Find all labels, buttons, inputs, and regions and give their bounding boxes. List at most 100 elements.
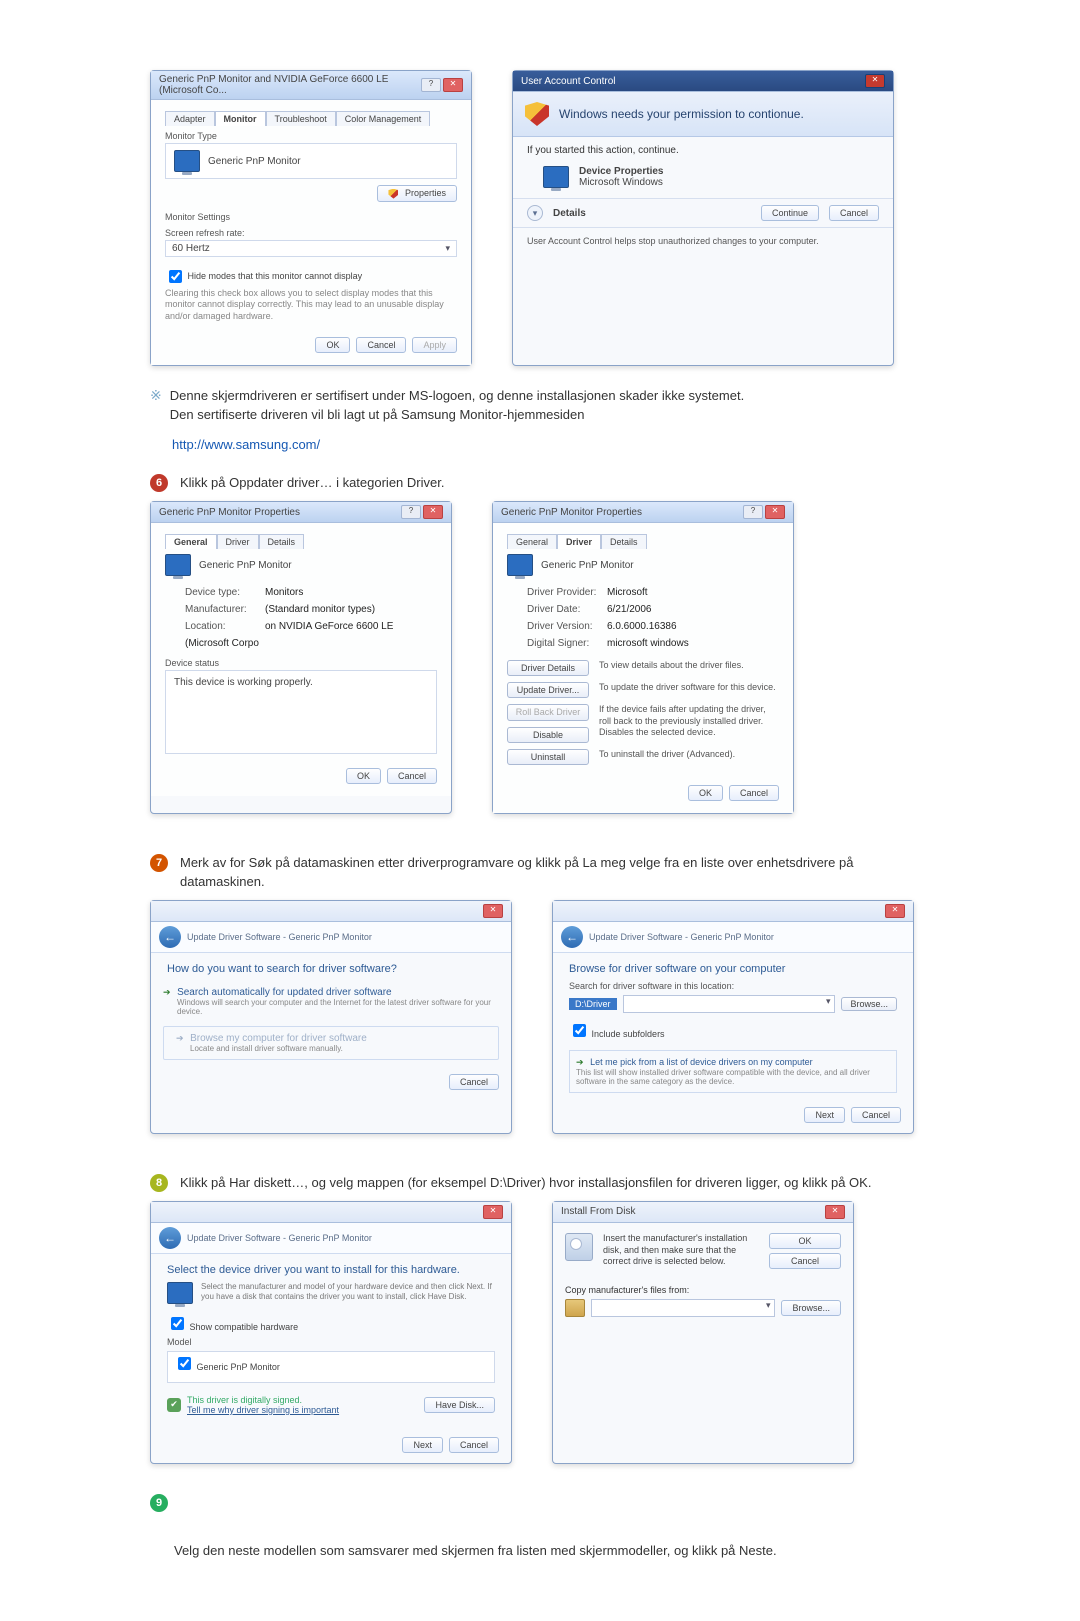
monitor-type-label: Monitor Type	[165, 131, 457, 141]
tab-color-management[interactable]: Color Management	[336, 111, 431, 126]
cancel-button[interactable]: Cancel	[356, 337, 406, 353]
help-icon[interactable]: ?	[743, 505, 763, 519]
device-name: Generic PnP Monitor	[199, 560, 292, 571]
close-icon[interactable]: ✕	[443, 78, 463, 92]
rollback-driver-button[interactable]: Roll Back Driver	[507, 704, 589, 721]
disable-button[interactable]: Disable	[507, 727, 589, 743]
continue-button[interactable]: Continue	[761, 205, 819, 221]
uninstall-button[interactable]: Uninstall	[507, 749, 589, 765]
monitor-icon	[174, 150, 200, 172]
uac-ms-windows: Microsoft Windows	[579, 177, 664, 188]
next-button[interactable]: Next	[402, 1437, 443, 1453]
hide-modes-checkbox[interactable]: Hide modes that this monitor cannot disp…	[165, 271, 362, 281]
signed-text: This driver is digitally signed.	[187, 1395, 302, 1405]
value-devtype: Monitors	[265, 587, 303, 598]
close-icon[interactable]: ✕	[483, 904, 503, 918]
ok-button[interactable]: OK	[346, 768, 381, 784]
dialog-title: Generic PnP Monitor Properties	[159, 507, 300, 518]
update-driver-button[interactable]: Update Driver...	[507, 682, 589, 698]
cancel-button[interactable]: Cancel	[729, 785, 779, 801]
show-compatible-input[interactable]	[171, 1317, 184, 1330]
tab-monitor[interactable]: Monitor	[215, 111, 266, 126]
back-button[interactable]: ←	[159, 926, 181, 948]
include-subfolders-label: Include subfolders	[592, 1029, 665, 1039]
tab-details[interactable]: Details	[259, 534, 305, 549]
include-subfolders-checkbox[interactable]: Include subfolders	[569, 1029, 665, 1039]
signing-info-link[interactable]: Tell me why driver signing is important	[187, 1405, 339, 1415]
opt-browse-desc: Locate and install driver software manua…	[190, 1044, 482, 1053]
uac-footer: User Account Control helps stop unauthor…	[513, 228, 893, 254]
tab-driver[interactable]: Driver	[217, 534, 259, 549]
cancel-button[interactable]: Cancel	[449, 1074, 499, 1090]
uac-details-label[interactable]: Details	[553, 208, 751, 219]
model-item-check[interactable]	[178, 1357, 191, 1370]
path-value: D:\Driver	[569, 998, 617, 1010]
disable-desc: Disables the selected device.	[599, 727, 779, 749]
monitor-type-value: Generic PnP Monitor	[208, 156, 301, 167]
tab-details[interactable]: Details	[601, 534, 647, 549]
have-disk-button[interactable]: Have Disk...	[424, 1397, 495, 1413]
uac-device-properties: Device Properties	[579, 166, 664, 177]
cd-icon	[565, 1299, 585, 1317]
tab-driver[interactable]: Driver	[557, 534, 601, 549]
path-combo[interactable]	[623, 995, 836, 1013]
opt-auto-search[interactable]: Search automatically for updated driver …	[177, 987, 392, 998]
chevron-down-icon[interactable]: ▾	[527, 205, 543, 221]
signed-icon: ✔	[167, 1398, 181, 1412]
close-icon[interactable]: ✕	[885, 904, 905, 918]
browse-button[interactable]: Browse...	[841, 997, 897, 1011]
pick-from-list-option[interactable]: ➔ Let me pick from a list of device driv…	[569, 1050, 897, 1093]
hide-modes-input[interactable]	[169, 270, 182, 283]
ok-button[interactable]: OK	[769, 1233, 841, 1249]
window-controls: ? ✕	[421, 78, 463, 92]
close-icon[interactable]: ✕	[765, 505, 785, 519]
dialog-title: Generic PnP Monitor Properties	[501, 507, 642, 518]
tab-adapter[interactable]: Adapter	[165, 111, 215, 126]
cancel-button[interactable]: Cancel	[851, 1107, 901, 1123]
cancel-button[interactable]: Cancel	[769, 1253, 841, 1269]
back-button[interactable]: ←	[561, 926, 583, 948]
value-driver-version: 6.0.6000.16386	[607, 621, 677, 632]
back-button[interactable]: ←	[159, 1227, 181, 1249]
close-icon[interactable]: ✕	[423, 505, 443, 519]
copy-path-combo[interactable]	[591, 1299, 775, 1317]
show-compatible-checkbox[interactable]: Show compatible hardware	[167, 1322, 298, 1332]
ok-button[interactable]: OK	[688, 785, 723, 801]
samsung-link[interactable]: http://www.samsung.com/	[172, 437, 320, 452]
close-icon[interactable]: ✕	[865, 74, 885, 88]
cancel-button[interactable]: Cancel	[387, 768, 437, 784]
cancel-button[interactable]: Cancel	[829, 205, 879, 221]
ifd-message: Insert the manufacturer's installation d…	[603, 1233, 759, 1268]
model-list[interactable]: Generic PnP Monitor	[167, 1351, 495, 1383]
step-badge-6: 6	[150, 474, 168, 492]
uac-dialog: User Account Control ✕ Windows needs you…	[512, 70, 894, 366]
copy-from-label: Copy manufacturer's files from:	[553, 1279, 853, 1297]
close-icon[interactable]: ✕	[483, 1205, 503, 1219]
help-icon[interactable]: ?	[401, 505, 421, 519]
breadcrumb: Update Driver Software - Generic PnP Mon…	[589, 932, 774, 942]
refresh-rate-value: 60 Hertz	[172, 243, 210, 254]
pick-desc: This list will show installed driver sof…	[576, 1068, 890, 1086]
chevron-down-icon[interactable]: ▾	[445, 243, 450, 254]
uac-title: User Account Control	[521, 76, 616, 87]
next-button[interactable]: Next	[804, 1107, 845, 1123]
step-badge-8: 8	[150, 1174, 168, 1192]
close-icon[interactable]: ✕	[825, 1205, 845, 1219]
tab-general[interactable]: General	[165, 534, 217, 549]
monitor-props-general-dialog: Generic PnP Monitor Properties ?✕ Genera…	[150, 501, 452, 814]
label-devtype: Device type:	[185, 584, 265, 601]
breadcrumb: Update Driver Software - Generic PnP Mon…	[187, 1233, 372, 1243]
properties-button[interactable]: Properties	[377, 185, 457, 202]
opt-browse[interactable]: Browse my computer for driver software	[190, 1033, 367, 1044]
monitor-icon	[543, 166, 569, 188]
driver-details-button[interactable]: Driver Details	[507, 660, 589, 676]
tab-troubleshoot[interactable]: Troubleshoot	[266, 111, 336, 126]
include-subfolders-input[interactable]	[573, 1024, 586, 1037]
apply-button[interactable]: Apply	[412, 337, 457, 353]
note-icon: ※	[150, 388, 162, 402]
help-icon[interactable]: ?	[421, 78, 441, 92]
browse-button[interactable]: Browse...	[781, 1300, 841, 1316]
tab-general[interactable]: General	[507, 534, 557, 549]
ok-button[interactable]: OK	[315, 337, 350, 353]
cancel-button[interactable]: Cancel	[449, 1437, 499, 1453]
